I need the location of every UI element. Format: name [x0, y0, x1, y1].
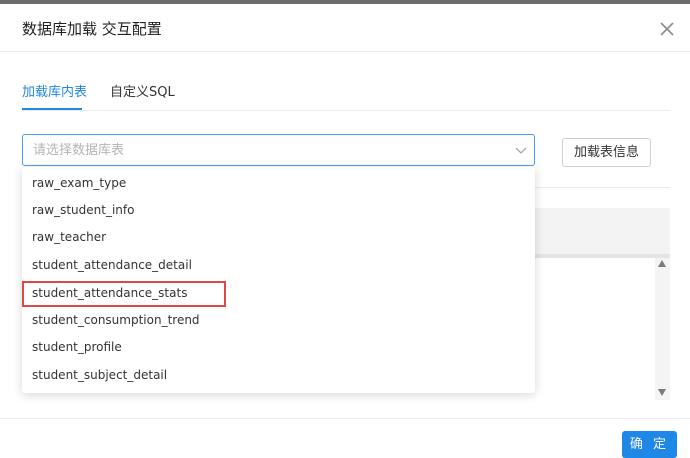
dropdown-option[interactable]: raw_teacher — [22, 224, 535, 251]
dropdown-option[interactable]: student_subject_detail — [22, 362, 535, 389]
dropdown-option[interactable]: student_consumption_trend — [22, 307, 535, 334]
tab-custom-sql[interactable]: 自定义SQL — [110, 84, 175, 102]
tabs-divider — [22, 110, 670, 111]
fields-table-header — [535, 208, 670, 254]
confirm-button[interactable]: 确 定 — [622, 431, 677, 458]
dropdown-option[interactable]: raw_student_info — [22, 197, 535, 224]
table-select[interactable] — [22, 134, 535, 166]
dropdown-option[interactable]: raw_exam_type — [22, 170, 535, 197]
chevron-down-icon — [515, 147, 527, 154]
scroll-down-arrow-icon[interactable] — [658, 389, 666, 396]
close-button[interactable] — [658, 20, 676, 38]
scroll-up-arrow-icon[interactable] — [658, 260, 666, 267]
fields-table-header-border — [535, 254, 670, 258]
load-table-info-button[interactable]: 加载表信息 — [562, 138, 651, 167]
close-icon — [660, 22, 674, 36]
section-divider — [535, 187, 670, 188]
table-select-input[interactable] — [33, 135, 493, 165]
dropdown-option-highlighted[interactable]: student_attendance_stats — [22, 280, 535, 307]
dropdown-option[interactable]: student_attendance_detail — [22, 252, 535, 279]
footer-divider — [0, 418, 690, 419]
header-divider — [0, 51, 690, 52]
dialog-title: 数据库加载 交互配置 — [22, 20, 162, 38]
table-select-dropdown: raw_exam_type raw_student_info raw_teach… — [22, 167, 535, 393]
fields-table-scrollbar[interactable] — [655, 258, 670, 400]
tab-load-table[interactable]: 加载库内表 — [22, 84, 87, 102]
dropdown-option[interactable]: student_profile — [22, 334, 535, 361]
